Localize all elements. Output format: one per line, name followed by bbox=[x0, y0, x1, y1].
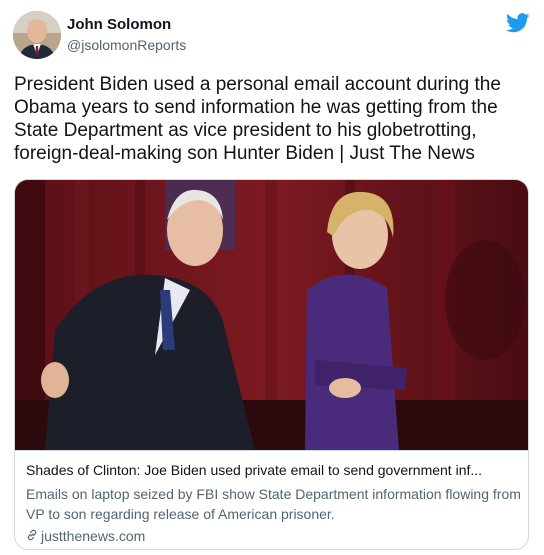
link-preview-card[interactable]: Shades of Clinton: Joe Biden used privat… bbox=[14, 179, 529, 550]
author-avatar[interactable] bbox=[13, 11, 61, 59]
card-body: Shades of Clinton: Joe Biden used privat… bbox=[15, 450, 528, 549]
card-description: Emails on laptop seized by FBI show Stat… bbox=[26, 486, 521, 522]
card-image bbox=[15, 180, 528, 450]
author-name[interactable]: John Solomon bbox=[67, 16, 171, 33]
card-title[interactable]: Shades of Clinton: Joe Biden used privat… bbox=[26, 462, 521, 478]
tweet: John Solomon @jsolomonReports President … bbox=[0, 0, 544, 555]
twitter-bird-icon[interactable] bbox=[505, 13, 530, 33]
link-icon bbox=[26, 528, 38, 544]
author-handle[interactable]: @jsolomonReports bbox=[67, 37, 186, 53]
card-domain-text: justthenews.com bbox=[41, 528, 146, 544]
card-domain[interactable]: justthenews.com bbox=[26, 528, 145, 544]
tweet-text: President Biden used a personal email ac… bbox=[14, 74, 501, 164]
